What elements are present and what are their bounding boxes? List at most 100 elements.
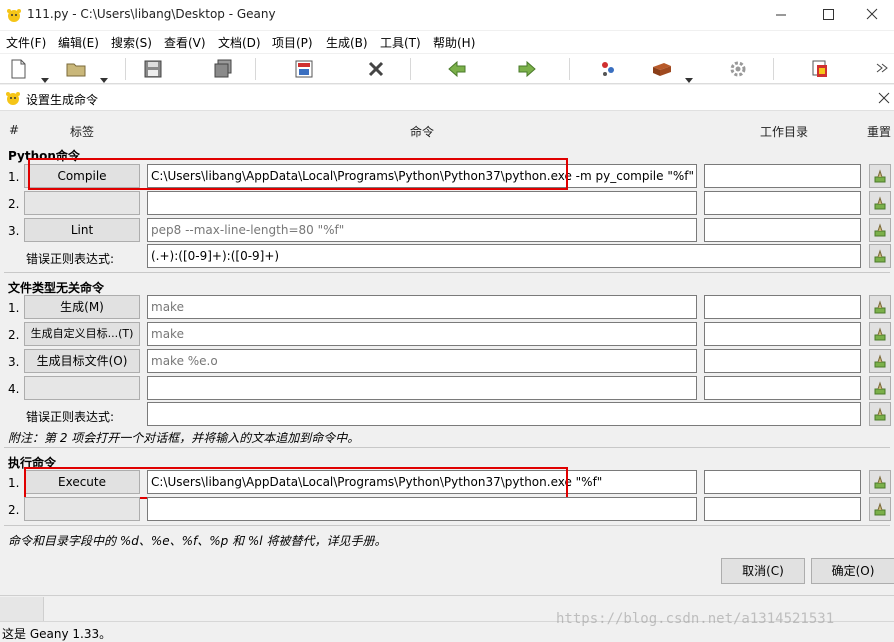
menu-tools[interactable]: 工具(T) — [380, 34, 421, 51]
clear-icon — [874, 327, 886, 341]
panel-tab[interactable] — [0, 597, 44, 621]
chevron-down-icon[interactable] — [685, 73, 693, 83]
python-error-regex-input[interactable]: (.+):([0-9]+):([0-9]+) — [147, 244, 861, 268]
menu-build[interactable]: 生成(B) — [326, 34, 368, 51]
chevron-down-icon[interactable] — [41, 73, 49, 83]
row-number: 2. — [8, 197, 20, 211]
execute-row2-workdir-input[interactable] — [704, 497, 861, 521]
lint-command-input[interactable]: pep8 --max-line-length=80 "%f" — [147, 218, 697, 242]
close-file-icon[interactable] — [364, 57, 388, 81]
watermark-text: https://blog.csdn.net/a1314521531 — [556, 611, 835, 627]
clear-icon — [874, 169, 886, 183]
open-folder-icon[interactable] — [64, 57, 88, 81]
chevron-down-icon[interactable] — [100, 73, 108, 83]
column-header-command: 命令 — [410, 125, 435, 139]
menu-file[interactable]: 文件(F) — [6, 34, 46, 51]
menu-project[interactable]: 项目(P) — [272, 34, 313, 51]
reset-button[interactable] — [869, 402, 891, 426]
substitution-note: 命令和目录字段中的 %d、%e、%f、%p 和 %l 将被替代，详见手册。 — [8, 534, 387, 548]
title-bar: 111.py - C:\Users\libang\Desktop - Geany — [0, 0, 894, 30]
geany-app-icon — [5, 90, 21, 106]
color-chooser-icon[interactable] — [808, 57, 832, 81]
column-header-label: 标签 — [70, 125, 95, 139]
reset-button[interactable] — [869, 497, 891, 521]
menu-document[interactable]: 文档(D) — [218, 34, 261, 51]
make-workdir-input[interactable] — [704, 295, 861, 319]
independent-commands-header: 文件类型无关命令 — [8, 281, 105, 295]
clear-icon — [874, 475, 886, 489]
make-command-input[interactable]: make — [147, 295, 697, 319]
menu-search[interactable]: 搜索(S) — [111, 34, 152, 51]
make-label-button[interactable]: 生成(M) — [24, 295, 140, 319]
python-row2-workdir-input[interactable] — [704, 191, 861, 215]
reset-button[interactable] — [869, 295, 891, 319]
dialog-note: 附注：第 2 项会打开一个对话框，并将输入的文本追加到命令中。 — [8, 431, 360, 445]
new-file-icon[interactable] — [6, 57, 30, 81]
compile-workdir-input[interactable] — [704, 164, 861, 188]
reset-button[interactable] — [869, 191, 891, 215]
section-divider — [4, 272, 890, 273]
reset-button[interactable] — [869, 470, 891, 494]
cancel-button[interactable]: 取消(C) — [721, 558, 805, 584]
clear-icon — [874, 249, 886, 263]
row-number: 3. — [8, 355, 20, 369]
error-regex-label: 错误正则表达式: — [26, 410, 115, 424]
save-icon[interactable] — [141, 57, 165, 81]
execute-row2-command-input[interactable] — [147, 497, 697, 521]
reset-button[interactable] — [869, 376, 891, 400]
section-divider — [4, 525, 890, 526]
compile-icon[interactable] — [596, 57, 620, 81]
independent-error-regex-input[interactable] — [147, 402, 861, 426]
navigate-back-icon[interactable] — [445, 57, 469, 81]
make-object-workdir-input[interactable] — [704, 349, 861, 373]
row-number: 3. — [8, 224, 20, 238]
highlight-box — [28, 158, 568, 190]
row-number: 1. — [8, 476, 20, 490]
lint-label-button[interactable]: Lint — [24, 218, 140, 242]
toolbar-overflow-icon[interactable] — [874, 60, 890, 76]
clear-icon — [874, 407, 886, 421]
gear-icon[interactable] — [726, 57, 750, 81]
clear-icon — [874, 223, 886, 237]
execute-row2-label-button[interactable] — [24, 497, 140, 521]
make-object-label-button[interactable]: 生成目标文件(O) — [24, 349, 140, 373]
clear-icon — [874, 300, 886, 314]
menu-help[interactable]: 帮助(H) — [433, 34, 475, 51]
build-brick-icon[interactable] — [650, 57, 674, 81]
maximize-button[interactable] — [805, 0, 851, 30]
reset-button[interactable] — [869, 164, 891, 188]
toolbar-separator — [410, 58, 411, 80]
dialog-title-bar: 设置生成命令 — [0, 85, 894, 111]
independent-row4-command-input[interactable] — [147, 376, 697, 400]
make-object-command-input[interactable]: make %e.o — [147, 349, 697, 373]
python-row2-command-input[interactable] — [147, 191, 697, 215]
reset-button[interactable] — [869, 218, 891, 242]
row-number: 4. — [8, 382, 20, 396]
menu-edit[interactable]: 编辑(E) — [58, 34, 99, 51]
column-header-workdir: 工作目录 — [760, 125, 809, 139]
make-custom-label-button[interactable]: 生成自定义目标...(T) — [24, 322, 140, 346]
make-custom-workdir-input[interactable] — [704, 322, 861, 346]
make-custom-command-input[interactable]: make — [147, 322, 697, 346]
dialog-close-icon[interactable] — [876, 90, 892, 106]
close-window-button[interactable] — [849, 0, 894, 30]
navigate-forward-icon[interactable] — [515, 57, 539, 81]
reset-button[interactable] — [869, 322, 891, 346]
window-title: 111.py - C:\Users\libang\Desktop - Geany — [27, 7, 276, 21]
save-all-icon[interactable] — [211, 57, 235, 81]
python-row2-label-button[interactable] — [24, 191, 140, 215]
independent-row4-label-button[interactable] — [24, 376, 140, 400]
ok-button[interactable]: 确定(O) — [811, 558, 894, 584]
menu-view[interactable]: 查看(V) — [164, 34, 206, 51]
minimize-button[interactable] — [758, 0, 804, 30]
lint-workdir-input[interactable] — [704, 218, 861, 242]
reload-icon[interactable] — [292, 57, 316, 81]
column-header-reset: 重置 — [867, 125, 892, 139]
independent-row4-workdir-input[interactable] — [704, 376, 861, 400]
execute-workdir-input[interactable] — [704, 470, 861, 494]
geany-app-icon — [6, 7, 22, 23]
dialog-title: 设置生成命令 — [26, 93, 99, 107]
reset-button[interactable] — [869, 349, 891, 373]
row-number: 2. — [8, 328, 20, 342]
reset-button[interactable] — [869, 244, 891, 268]
